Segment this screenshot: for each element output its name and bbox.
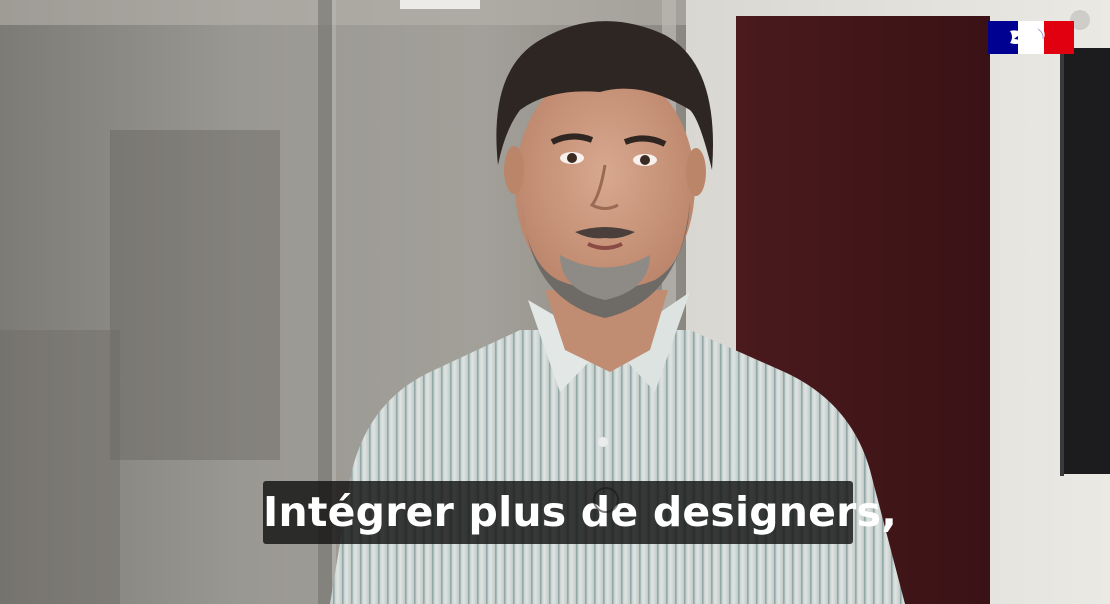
marianne-logo-icon — [988, 21, 1074, 54]
loading-indicator-icon — [593, 487, 619, 513]
video-subtitle-text: Intégrer plus de designers, — [263, 488, 897, 536]
video-subtitle: Intégrer plus de designers, — [263, 481, 897, 544]
video-frame[interactable]: Intégrer plus de designers, — [0, 0, 1110, 604]
